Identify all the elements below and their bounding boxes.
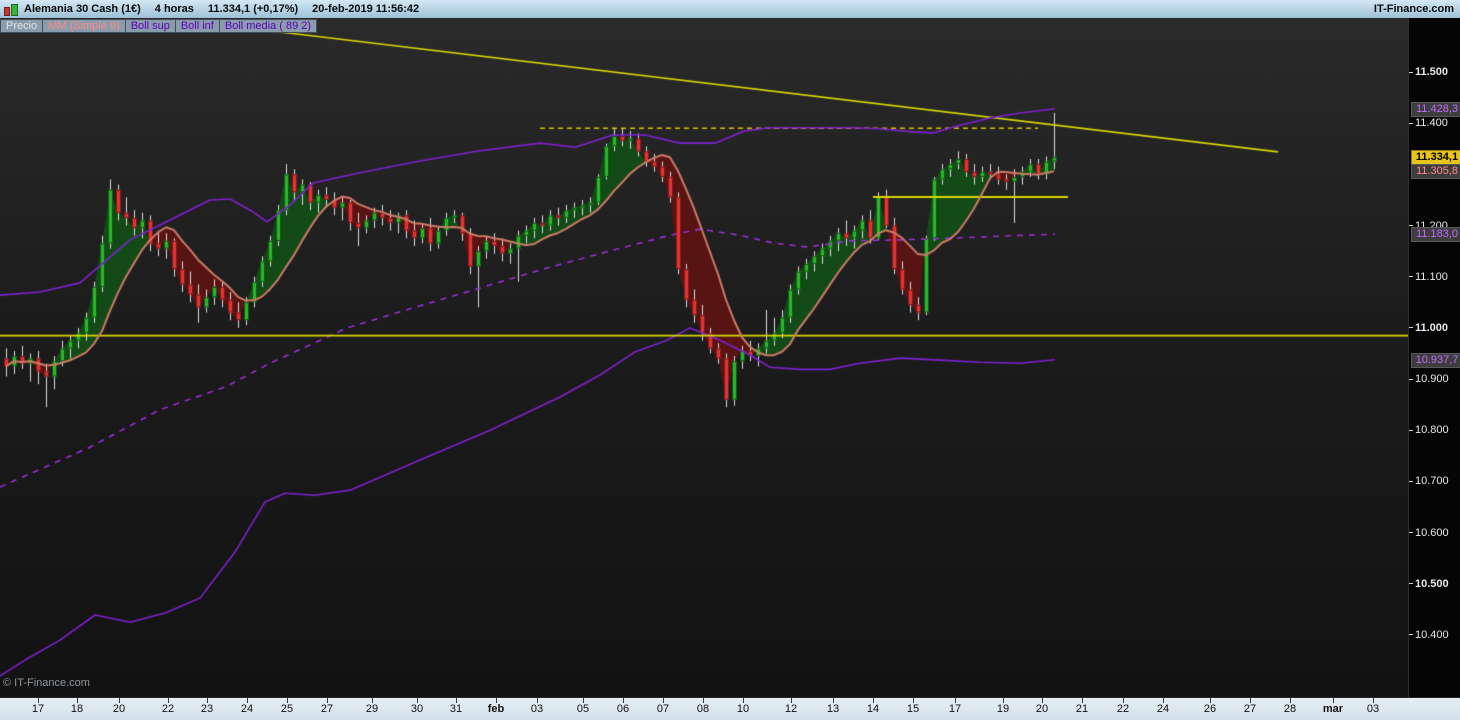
change-pct-label: (+0,17%) <box>253 3 299 15</box>
last-price-label: 11.334,1 (+0,17%) <box>207 3 299 15</box>
x-tick-label: 23 <box>200 703 214 715</box>
chart-window: Alemania 30 Cash (1€) 4 horas 11.334,1 (… <box>0 0 1460 720</box>
x-tick-label: 26 <box>1203 703 1217 715</box>
header-bar: Alemania 30 Cash (1€) 4 horas 11.334,1 (… <box>0 0 1460 19</box>
x-tick-label: 28 <box>1283 703 1297 715</box>
legend-item-boll-media-89-2[interactable]: Boll media ( 89 2) <box>219 19 318 33</box>
brand-label: IT-Finance.com <box>1373 3 1454 15</box>
y-tick-label: 10.900 <box>1409 373 1460 385</box>
y-tick-label: 11.100 <box>1409 271 1460 283</box>
x-tick-label: 21 <box>1075 703 1089 715</box>
boll-media-badge: 11.183,0 <box>1411 227 1460 243</box>
copyright-label: © IT-Finance.com <box>3 677 90 689</box>
x-tick-label: 13 <box>826 703 840 715</box>
x-tick-label: 31 <box>449 703 463 715</box>
boll-sup-badge: 11.428,3 <box>1411 101 1460 117</box>
candlestick-icon <box>4 3 18 16</box>
y-tick-label: 11.500 <box>1409 66 1460 78</box>
y-tick-label: 10.500 <box>1409 578 1460 590</box>
y-tick-label: 10.800 <box>1409 424 1460 436</box>
datetime-label: 20-feb-2019 11:56:42 <box>312 3 420 15</box>
indicator-legend: Precio MM (Simple 9) Boll sup Boll inf Boll … <box>0 19 318 33</box>
x-tick-label: 06 <box>616 703 630 715</box>
x-tick-label: 10 <box>736 703 750 715</box>
x-tick-label: 30 <box>410 703 424 715</box>
x-tick-label: 20 <box>1035 703 1049 715</box>
x-tick-label: 24 <box>1156 703 1170 715</box>
last-price-badge: 11.334,1 <box>1411 149 1460 165</box>
boll-inf-badge: 10.937,7 <box>1411 352 1460 368</box>
legend-item-boll-inf[interactable]: Boll inf <box>175 19 220 33</box>
timeframe-label: 4 horas <box>154 3 194 15</box>
x-tick-label: 20 <box>112 703 126 715</box>
price-axis[interactable]: 11.500 11.400 11.200 11.100 11.000 10.900 10.8… <box>1408 18 1460 697</box>
price-chart-canvas[interactable] <box>0 18 1408 697</box>
x-tick-label: 17 <box>31 703 45 715</box>
x-tick-label: 25 <box>280 703 294 715</box>
x-tick-label: 27 <box>320 703 334 715</box>
x-tick-label: 03 <box>530 703 544 715</box>
y-tick-label: 10.600 <box>1409 527 1460 539</box>
chart-plot[interactable]: Precio MM (Simple 9) Boll sup Boll inf Boll … <box>0 18 1408 697</box>
x-tick-label: 27 <box>1243 703 1257 715</box>
x-tick-label: feb <box>487 703 505 715</box>
x-tick-label: 08 <box>696 703 710 715</box>
x-tick-label: 17 <box>948 703 962 715</box>
legend-item-boll-sup[interactable]: Boll sup <box>125 19 176 33</box>
x-tick-label: 24 <box>240 703 254 715</box>
y-tick-label: 11.000 <box>1409 322 1460 334</box>
x-tick-label: 29 <box>365 703 379 715</box>
x-tick-label: 05 <box>576 703 590 715</box>
x-tick-label: 12 <box>784 703 798 715</box>
x-tick-label: 03 <box>1366 703 1380 715</box>
x-tick-label: 22 <box>161 703 175 715</box>
y-tick-label: 10.700 <box>1409 475 1460 487</box>
legend-item-mm-simple-9[interactable]: MM (Simple 9) <box>43 19 126 33</box>
time-axis[interactable]: 17 18 20 22 23 24 25 27 29 30 31 feb 03 05 06 07 08 10 12 1… <box>0 697 1460 720</box>
x-tick-label: mar <box>1322 703 1344 715</box>
x-tick-label: 15 <box>906 703 920 715</box>
x-tick-label: 19 <box>996 703 1010 715</box>
x-tick-label: 07 <box>656 703 670 715</box>
y-tick-label: 10.400 <box>1409 629 1460 641</box>
mm-badge: 11.305,8 <box>1411 164 1460 180</box>
y-tick-label: 11.400 <box>1409 117 1460 129</box>
instrument-title: Alemania 30 Cash (1€) <box>24 3 141 15</box>
x-tick-label: 14 <box>866 703 880 715</box>
x-tick-label: 22 <box>1116 703 1130 715</box>
legend-item-precio[interactable]: Precio <box>0 19 44 33</box>
x-tick-label: 18 <box>70 703 84 715</box>
